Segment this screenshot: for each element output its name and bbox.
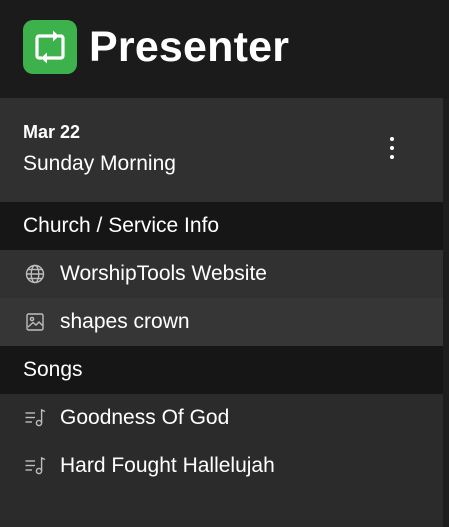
panel-divider	[443, 98, 449, 527]
list-item-label: WorshipTools Website	[60, 262, 267, 285]
app-header: Presenter	[0, 0, 449, 98]
list-item-label: shapes crown	[60, 310, 190, 333]
list-item-goodness-of-god[interactable]: Goodness Of God	[0, 394, 443, 442]
list-item-hard-fought-hallelujah[interactable]: Hard Fought Hallelujah	[0, 442, 443, 490]
song-list-icon	[24, 455, 46, 477]
kebab-menu-icon[interactable]	[382, 134, 402, 162]
service-date: Mar 22	[23, 122, 81, 142]
list-item-label: Goodness Of God	[60, 406, 230, 429]
section-header-songs: Songs	[0, 346, 443, 394]
image-icon	[24, 311, 46, 333]
section-header-church-info: Church / Service Info	[0, 202, 443, 250]
list-item-worshiptools-website[interactable]: WorshipTools Website	[0, 250, 443, 298]
app-title: Presenter	[89, 23, 290, 71]
list-item-shapes-crown[interactable]: shapes crown	[0, 298, 443, 346]
list-item-label: Hard Fought Hallelujah	[60, 454, 275, 477]
presenter-logo-icon	[23, 20, 77, 74]
section-label: Church / Service Info	[23, 214, 220, 237]
service-card[interactable]: Mar 22 Sunday Morning	[0, 98, 443, 202]
song-list-icon	[24, 407, 46, 429]
globe-icon	[24, 263, 46, 285]
service-name: Sunday Morning	[23, 152, 176, 175]
service-panel: Mar 22 Sunday Morning Church / Service I…	[0, 98, 443, 527]
section-label: Songs	[23, 358, 83, 381]
